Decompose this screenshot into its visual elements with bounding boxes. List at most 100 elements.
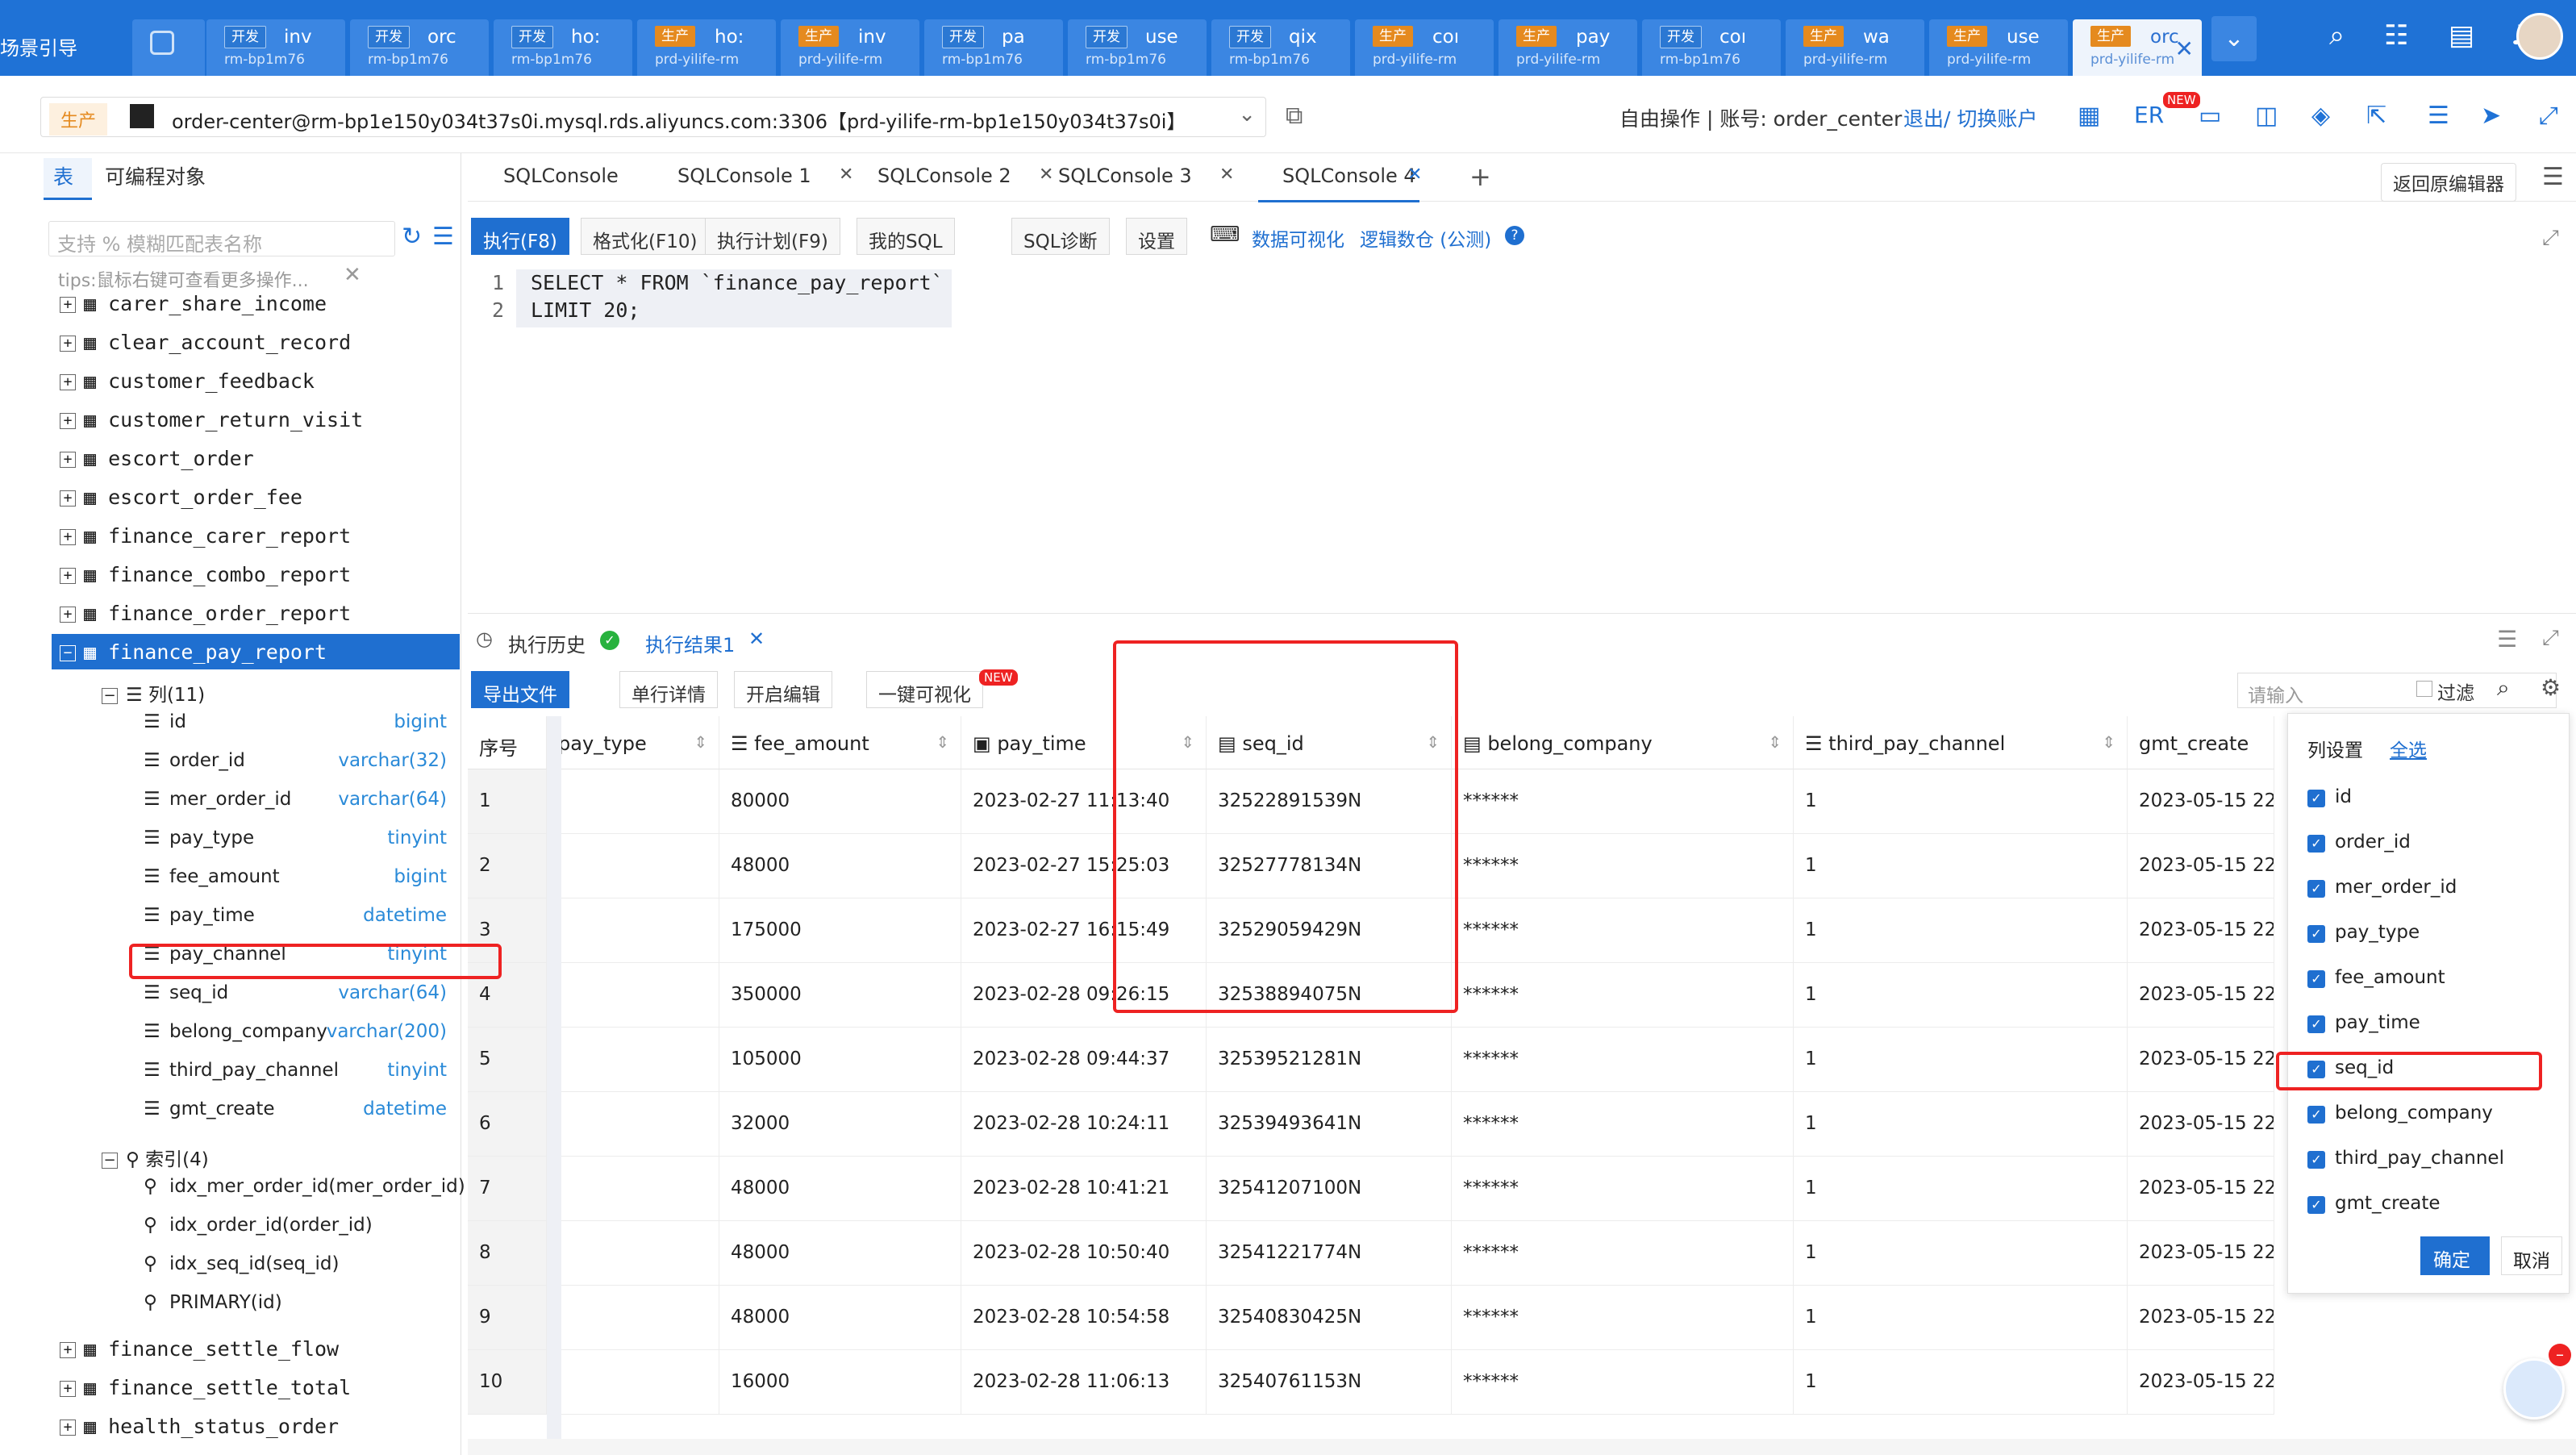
assistant-avatar[interactable] bbox=[2503, 1358, 2565, 1420]
table-node[interactable]: + ▦ finance_carer_report bbox=[60, 524, 351, 548]
expand-icon[interactable]: + bbox=[60, 529, 76, 545]
export-icon[interactable]: ⇱ bbox=[2366, 102, 2386, 130]
minus-icon[interactable]: – bbox=[2549, 1344, 2571, 1366]
sort-icon[interactable]: ⇕ bbox=[2102, 732, 2115, 752]
table-cell[interactable]: 2023-05-15 22:35:12 bbox=[2128, 1157, 2274, 1221]
sort-icon[interactable]: ⇕ bbox=[936, 732, 949, 752]
connection-tab[interactable]: 开发 use rm-bp1m76 bbox=[1068, 19, 1207, 76]
monitor-icon[interactable]: ▭ bbox=[2199, 102, 2221, 130]
search-icon[interactable]: ⌕ bbox=[2329, 19, 2345, 52]
table-cell[interactable]: 1 bbox=[1794, 769, 2128, 834]
expand-icon[interactable]: ⤢ bbox=[2542, 226, 2559, 251]
help-icon[interactable]: ? bbox=[1505, 226, 1524, 245]
column-name[interactable]: order_id bbox=[169, 750, 245, 771]
table-cell[interactable]: 1 bbox=[1794, 834, 2128, 898]
index-name[interactable]: idx_seq_id(seq_id) bbox=[169, 1253, 340, 1274]
expand-icon[interactable]: ⤢ bbox=[2542, 626, 2559, 651]
table-cell[interactable]: ****** bbox=[1452, 1028, 1794, 1092]
checkbox[interactable]: ✓ bbox=[2307, 925, 2325, 943]
column-name[interactable]: third_pay_channel bbox=[169, 1060, 339, 1081]
table-node[interactable]: + ▦ finance_order_report bbox=[60, 602, 351, 625]
editor-tab[interactable]: SQLConsole bbox=[503, 165, 619, 187]
close-icon[interactable]: ✕ bbox=[344, 263, 361, 287]
ok-button[interactable]: 确定 bbox=[2420, 1236, 2490, 1275]
column-option[interactable]: belong_company bbox=[2335, 1103, 2493, 1124]
table-cell[interactable]: 1 bbox=[1794, 1092, 2128, 1157]
sql-line-1[interactable]: SELECT * FROM `finance_pay_report` bbox=[531, 271, 944, 294]
table-node[interactable]: + ▦ health_status_order bbox=[60, 1415, 339, 1438]
column-option[interactable]: order_id bbox=[2335, 832, 2411, 853]
table-cell[interactable]: 2023-02-28 10:50:40 bbox=[961, 1221, 1207, 1286]
expand-icon[interactable]: + bbox=[60, 452, 76, 468]
return-editor-button[interactable]: 返回原编辑器 bbox=[2381, 163, 2516, 202]
connection-tab[interactable]: 生产 pay prd-yilife-rm bbox=[1498, 19, 1637, 76]
checkbox[interactable]: ✓ bbox=[2307, 1015, 2325, 1033]
table-node[interactable]: + ▦ clear_account_record bbox=[60, 331, 351, 354]
table-cell[interactable]: ****** bbox=[1452, 1350, 1794, 1415]
table-cell[interactable] bbox=[547, 1157, 719, 1221]
column-name[interactable]: pay_time bbox=[169, 905, 255, 926]
collapse-icon[interactable]: − bbox=[102, 687, 118, 704]
table-cell[interactable] bbox=[547, 963, 719, 1028]
table-cell[interactable] bbox=[547, 1350, 719, 1415]
avatar[interactable] bbox=[2516, 13, 2563, 60]
connection-tab[interactable]: 生产 wa prd-yilife-rm bbox=[1786, 19, 1924, 76]
er-button[interactable]: ER bbox=[2134, 102, 2164, 128]
table-node[interactable]: + ▦ finance_settle_flow bbox=[60, 1337, 339, 1361]
table-cell[interactable] bbox=[547, 1221, 719, 1286]
export-button[interactable]: 导出文件 bbox=[471, 671, 569, 708]
expand-icon[interactable]: + bbox=[60, 336, 76, 352]
expand-icon[interactable]: + bbox=[60, 490, 76, 507]
table-cell[interactable]: 48000 bbox=[719, 834, 961, 898]
ticket-icon[interactable]: ☷ bbox=[2384, 19, 2408, 52]
row-number[interactable]: 10 bbox=[468, 1350, 547, 1415]
close-icon[interactable]: ✕ bbox=[1407, 165, 1422, 185]
table-cell[interactable]: 2023-05-15 22:35:12 bbox=[2128, 834, 2274, 898]
table-cell[interactable]: 16000 bbox=[719, 1350, 961, 1415]
table-cell[interactable] bbox=[547, 898, 719, 963]
table-cell[interactable]: 2023-05-15 22:35:12 bbox=[2128, 1221, 2274, 1286]
checkbox[interactable]: ✓ bbox=[2307, 970, 2325, 988]
menu-icon[interactable]: ☰ bbox=[2542, 163, 2564, 191]
expand-icon[interactable]: + bbox=[60, 374, 76, 390]
close-icon[interactable]: ✕ bbox=[1219, 165, 1234, 185]
column-header[interactable]: ▤ belong_company ⇕ bbox=[1452, 716, 1794, 769]
table-cell[interactable]: 2023-05-15 22:35:12 bbox=[2128, 1028, 2274, 1092]
table-cell[interactable]: ****** bbox=[1452, 769, 1794, 834]
scene-guide[interactable]: 场景引导 bbox=[0, 32, 77, 60]
editor-tab[interactable]: SQLConsole 2 bbox=[877, 165, 1011, 187]
toolbar-button[interactable]: 执行计划(F9) bbox=[705, 218, 840, 255]
checkbox[interactable]: ✓ bbox=[2307, 790, 2325, 807]
tab-history[interactable]: 执行历史 bbox=[508, 629, 586, 657]
connection-tab[interactable]: 开发 qix rm-bp1m76 bbox=[1211, 19, 1350, 76]
chart-icon[interactable]: ◫ bbox=[2255, 102, 2278, 130]
list-icon[interactable]: ☰ bbox=[2428, 102, 2449, 130]
connection-tab[interactable]: 生产 use prd-yilife-rm bbox=[1929, 19, 2068, 76]
table-cell[interactable]: 2023-02-28 10:24:11 bbox=[961, 1092, 1207, 1157]
checkbox[interactable]: ✓ bbox=[2307, 1151, 2325, 1169]
table-cell[interactable]: ****** bbox=[1452, 1221, 1794, 1286]
row-detail-button[interactable]: 单行详情 bbox=[619, 671, 718, 708]
select-all-link[interactable]: 全选 bbox=[2390, 735, 2427, 762]
editor-tab[interactable]: SQLConsole 1 bbox=[677, 165, 811, 187]
send-icon[interactable]: ➤ bbox=[2481, 102, 2501, 130]
table-cell[interactable]: 32539493641N bbox=[1207, 1092, 1452, 1157]
table-node[interactable]: + ▦ customer_return_visit bbox=[60, 408, 363, 431]
column-option[interactable]: id bbox=[2335, 786, 2352, 807]
table-cell[interactable]: ****** bbox=[1452, 1092, 1794, 1157]
shield-icon[interactable]: ◈ bbox=[2311, 102, 2330, 130]
grid-icon[interactable]: ▦ bbox=[2078, 102, 2100, 130]
table-cell[interactable]: ****** bbox=[1452, 1286, 1794, 1350]
table-node[interactable]: + ▦ finance_settle_total bbox=[60, 1376, 351, 1399]
table-cell[interactable]: 1 bbox=[1794, 1157, 2128, 1221]
edit-mode-button[interactable]: 开启编辑 bbox=[734, 671, 832, 708]
editor-tab[interactable]: SQLConsole 4 bbox=[1282, 165, 1416, 187]
table-cell[interactable]: 48000 bbox=[719, 1286, 961, 1350]
row-number[interactable]: 6 bbox=[468, 1092, 547, 1157]
copy-icon[interactable]: ⧉ bbox=[1286, 102, 1303, 130]
table-node[interactable]: + ▦ carer_share_income bbox=[60, 292, 327, 315]
table-cell[interactable]: 2023-05-15 22:35:12 bbox=[2128, 898, 2274, 963]
tab-tables[interactable]: 表 bbox=[53, 161, 73, 190]
editor-tab[interactable]: SQLConsole 3 bbox=[1058, 165, 1192, 187]
column-option[interactable]: gmt_create bbox=[2335, 1193, 2441, 1214]
